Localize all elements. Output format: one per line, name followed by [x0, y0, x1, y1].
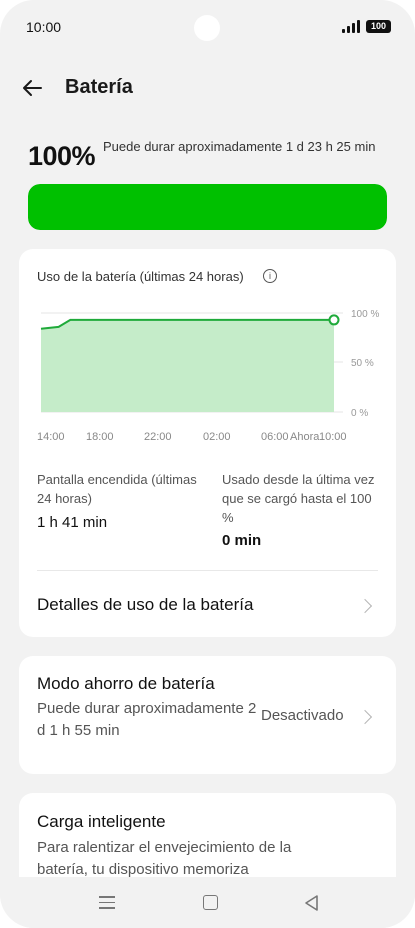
page-title: Batería: [65, 76, 133, 98]
since-full-charge-label: Usado desde la última vez que se cargó h…: [222, 472, 375, 525]
phone-screen: 10:00 100 Batería 100% Puede durar aprox…: [0, 0, 415, 928]
x-tick: 18:00: [86, 431, 114, 443]
x-tick: Ahora: [290, 431, 320, 443]
back-arrow-icon[interactable]: [20, 76, 44, 100]
y-tick-50: 50 %: [351, 358, 374, 369]
chevron-right-icon[interactable]: [357, 598, 373, 614]
battery-usage-chart: 100 % 50 % 0 %: [40, 309, 379, 419]
battery-icon: 100: [366, 20, 391, 33]
x-tick: 06:00: [261, 431, 289, 443]
chevron-right-icon[interactable]: [357, 709, 373, 725]
battery-usage-card: Uso de la batería (últimas 24 horas) i 1…: [19, 249, 396, 637]
info-icon[interactable]: i: [263, 269, 277, 283]
current-level-point: [328, 314, 340, 326]
screen-on-value: 1 h 41 min: [37, 514, 108, 531]
battery-level-bar: [28, 184, 387, 230]
x-tick: 14:00: [37, 431, 65, 443]
back-triangle-icon[interactable]: [303, 894, 319, 912]
home-icon[interactable]: [203, 895, 218, 910]
battery-estimate: Puede durar aproximadamente 1 d 23 h 25 …: [103, 139, 376, 154]
battery-saver-state: Desactivado: [261, 707, 344, 724]
clock: 10:00: [26, 19, 62, 35]
battery-saver-title: Modo ahorro de batería: [37, 674, 215, 693]
since-full-charge-value: 0 min: [222, 532, 262, 549]
battery-level-fill: [28, 184, 387, 230]
x-tick: 22:00: [144, 431, 172, 443]
smart-charging-description: Para ralentizar el envejecimiento de la …: [37, 839, 292, 878]
signal-icon: [342, 20, 360, 33]
navigation-bar: [0, 877, 415, 928]
recents-menu-icon[interactable]: [99, 896, 115, 909]
battery-percentage: 100%: [28, 141, 96, 171]
battery-saver-description: Puede durar aproximadamente 2 d 1 h 55 m…: [37, 700, 257, 739]
usage-area: [41, 319, 334, 412]
front-camera: [194, 15, 220, 41]
screen-on-label: Pantalla encendida (últimas 24 horas): [37, 472, 197, 506]
divider: [37, 570, 378, 571]
y-tick-0: 0 %: [351, 408, 368, 419]
usage-details-link[interactable]: Detalles de uso de la batería: [37, 595, 253, 615]
battery-saver-card[interactable]: Modo ahorro de batería Puede durar aprox…: [19, 656, 396, 774]
x-tick: 02:00: [203, 431, 231, 443]
smart-charging-title: Carga inteligente: [37, 812, 166, 831]
usage-card-title: Uso de la batería (últimas 24 horas): [37, 269, 244, 284]
y-tick-100: 100 %: [351, 309, 379, 320]
status-bar: 10:00 100: [0, 0, 415, 56]
x-tick: 10:00: [319, 431, 347, 443]
